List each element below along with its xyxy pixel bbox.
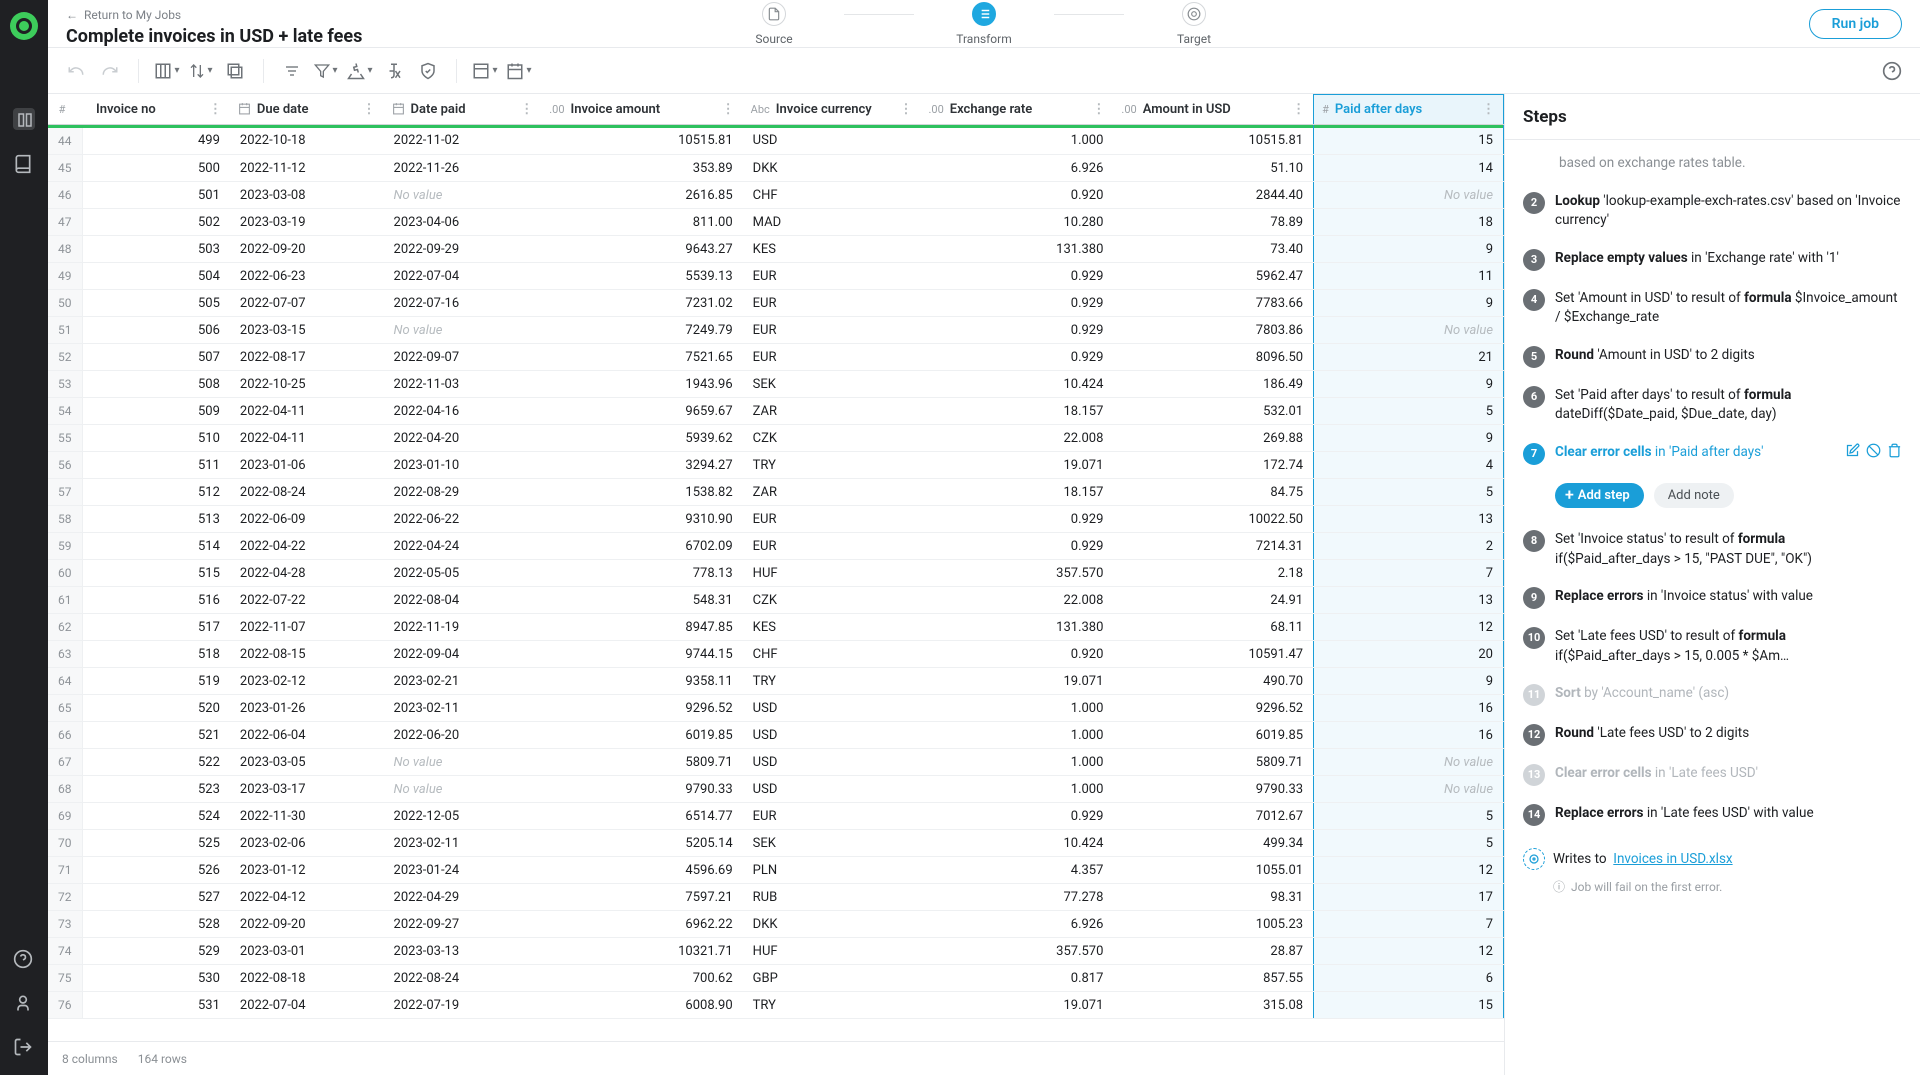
table-row[interactable]: 505052022-07-072022-07-167231.02EUR0.929… <box>48 290 1504 317</box>
row-count: 164 rows <box>138 1052 187 1066</box>
table-row[interactable]: 705252023-02-062023-02-115205.14SEK10.42… <box>48 830 1504 857</box>
columns-icon[interactable]: ▾ <box>153 57 181 85</box>
toolbar: ▾ ▾ ▾ ▾ ▾ ▾ <box>48 48 1920 94</box>
dedupe-icon[interactable] <box>221 57 249 85</box>
table-row[interactable]: 495042022-06-232022-07-045539.13EUR0.929… <box>48 263 1504 290</box>
table-row[interactable]: 665212022-06-042022-06-206019.85USD1.000… <box>48 722 1504 749</box>
table-row[interactable]: 755302022-08-182022-08-24700.62GBP0.8178… <box>48 965 1504 992</box>
column-header[interactable]: .00Amount in USD⋮ <box>1113 95 1313 125</box>
column-header[interactable]: Invoice no⋮ <box>82 95 230 125</box>
filter-icon[interactable]: ▾ <box>312 57 340 85</box>
app-logo[interactable] <box>10 12 38 40</box>
column-header[interactable]: .00Exchange rate⋮ <box>921 95 1114 125</box>
table-row[interactable]: 655202023-01-262023-02-119296.52USD1.000… <box>48 695 1504 722</box>
column-header[interactable]: AbcInvoice currency⋮ <box>743 95 921 125</box>
sort-icon[interactable]: ▾ <box>187 57 215 85</box>
column-count: 8 columns <box>62 1052 118 1066</box>
table-row[interactable]: 715262023-01-122023-01-244596.69PLN4.357… <box>48 857 1504 884</box>
delete-icon[interactable] <box>1887 443 1902 465</box>
statusbar: 8 columns 164 rows <box>48 1041 1504 1075</box>
table-row[interactable]: 545092022-04-112022-04-169659.67ZAR18.15… <box>48 398 1504 425</box>
step-item[interactable]: 8Set 'Invoice status' to result of formu… <box>1519 524 1906 575</box>
add-note-button[interactable]: Add note <box>1654 483 1734 508</box>
table-row[interactable]: 685232023-03-17No value9790.33USD1.00097… <box>48 776 1504 803</box>
arrow-left-icon: ← <box>66 8 78 22</box>
app-sidebar <box>0 0 48 1075</box>
table-row[interactable]: 645192023-02-122023-02-219358.11TRY19.07… <box>48 668 1504 695</box>
table-row[interactable]: 595142022-04-222022-04-246702.09EUR0.929… <box>48 533 1504 560</box>
step-item[interactable]: 11Sort by 'Account_name' (asc) <box>1519 678 1906 712</box>
column-header[interactable]: Due date⋮ <box>230 95 384 125</box>
table-row[interactable]: 485032022-09-202022-09-299643.27KES131.3… <box>48 236 1504 263</box>
step-item[interactable]: 7Clear error cells in 'Paid after days' <box>1519 437 1906 471</box>
date-icon[interactable]: ▾ <box>505 57 533 85</box>
step-source[interactable]: Source <box>704 2 844 46</box>
step-item[interactable]: 13Clear error cells in 'Late fees USD' <box>1519 758 1906 792</box>
column-header[interactable]: Date paid⋮ <box>384 95 542 125</box>
step-item[interactable]: 3Replace empty values in 'Exchange rate'… <box>1519 243 1906 277</box>
clean-icon[interactable]: ▾ <box>346 57 374 85</box>
table-row[interactable]: 455002022-11-122022-11-26353.89DKK6.9265… <box>48 155 1504 182</box>
step-item[interactable]: 4Set 'Amount in USD' to result of formul… <box>1519 283 1906 334</box>
data-grid[interactable]: #Invoice no⋮Due date⋮Date paid⋮.00Invoic… <box>48 94 1504 1041</box>
table-row[interactable]: 635182022-08-152022-09-049744.15CHF0.920… <box>48 641 1504 668</box>
run-job-button[interactable]: Run job <box>1809 9 1902 39</box>
column-header[interactable]: .00Invoice amount⋮ <box>541 95 742 125</box>
back-link[interactable]: ← Return to My Jobs <box>66 8 181 22</box>
add-step-button[interactable]: + Add step <box>1555 483 1644 508</box>
table-row[interactable]: 605152022-04-282022-05-05778.13HUF357.57… <box>48 560 1504 587</box>
step-item[interactable]: 2Lookup 'lookup-example-exch-rates.csv' … <box>1519 186 1906 237</box>
table-row[interactable]: 765312022-07-042022-07-196008.90TRY19.07… <box>48 992 1504 1019</box>
steps-panel: Steps based on exchange rates table.2Loo… <box>1504 94 1920 1075</box>
step-target[interactable]: Target <box>1124 2 1264 46</box>
back-link-label: Return to My Jobs <box>84 8 181 22</box>
table-row[interactable]: 465012023-03-08No value2616.85CHF0.92028… <box>48 182 1504 209</box>
table-row[interactable]: 745292023-03-012023-03-1310321.71HUF357.… <box>48 938 1504 965</box>
context-help-icon[interactable] <box>1878 57 1906 85</box>
library-icon[interactable] <box>13 108 35 130</box>
step-item[interactable]: 12Round 'Late fees USD' to 2 digits <box>1519 718 1906 752</box>
writes-to-row[interactable]: Writes to Invoices in USD.xlsx <box>1519 838 1906 872</box>
formula-icon[interactable] <box>380 57 408 85</box>
table-row[interactable]: 615162022-07-222022-08-04548.31CZK22.008… <box>48 587 1504 614</box>
topbar: ← Return to My Jobs Complete invoices in… <box>48 0 1920 48</box>
table-row[interactable]: 675222023-03-05No value5809.71USD1.00058… <box>48 749 1504 776</box>
step-item[interactable]: 6Set 'Paid after days' to result of form… <box>1519 380 1906 431</box>
step-item[interactable]: 9Replace errors in 'Invoice status' with… <box>1519 581 1906 615</box>
step-item[interactable]: 5Round 'Amount in USD' to 2 digits <box>1519 340 1906 374</box>
column-header[interactable]: #Paid after days⋮ <box>1314 95 1504 125</box>
table-row[interactable]: 525072022-08-172022-09-077521.65EUR0.929… <box>48 344 1504 371</box>
undo-icon[interactable] <box>62 57 90 85</box>
user-icon[interactable] <box>13 993 35 1015</box>
type-icon[interactable]: ▾ <box>471 57 499 85</box>
docs-icon[interactable] <box>13 154 35 176</box>
column-header[interactable]: # <box>48 95 82 125</box>
edit-icon[interactable] <box>1845 443 1860 465</box>
table-row[interactable]: 565112023-01-062023-01-103294.27TRY19.07… <box>48 452 1504 479</box>
logout-icon[interactable] <box>13 1037 35 1059</box>
table-row[interactable]: 735282022-09-202022-09-276962.22DKK6.926… <box>48 911 1504 938</box>
table-row[interactable]: 535082022-10-252022-11-031943.96SEK10.42… <box>48 371 1504 398</box>
help-icon[interactable] <box>13 949 35 971</box>
filter-rows-icon[interactable] <box>278 57 306 85</box>
table-row[interactable]: 695242022-11-302022-12-056514.77EUR0.929… <box>48 803 1504 830</box>
table-row[interactable]: 625172022-11-072022-11-198947.85KES131.3… <box>48 614 1504 641</box>
table-row[interactable]: 444992022-10-182022-11-0210515.81USD1.00… <box>48 128 1504 155</box>
job-title: Complete invoices in USD + late fees <box>66 26 362 47</box>
progress-stepper: Source Transform Target <box>704 2 1264 46</box>
table-row[interactable]: 475022023-03-192023-04-06811.00MAD10.280… <box>48 209 1504 236</box>
table-row[interactable]: 575122022-08-242022-08-291538.82ZAR18.15… <box>48 479 1504 506</box>
table-row[interactable]: 585132022-06-092022-06-229310.90EUR0.929… <box>48 506 1504 533</box>
steps-header: Steps <box>1505 94 1920 140</box>
validate-icon[interactable] <box>414 57 442 85</box>
disable-icon[interactable] <box>1866 443 1881 465</box>
step-transform[interactable]: Transform <box>914 2 1054 46</box>
table-row[interactable]: 515062023-03-15No value7249.79EUR0.92978… <box>48 317 1504 344</box>
table-row[interactable]: 555102022-04-112022-04-205939.62CZK22.00… <box>48 425 1504 452</box>
table-row[interactable]: 725272022-04-122022-04-297597.21RUB77.27… <box>48 884 1504 911</box>
step-item[interactable]: 14Replace errors in 'Late fees USD' with… <box>1519 798 1906 832</box>
output-file-link[interactable]: Invoices in USD.xlsx <box>1613 851 1732 867</box>
redo-icon[interactable] <box>96 57 124 85</box>
step-item[interactable]: 10Set 'Late fees USD' to result of formu… <box>1519 621 1906 672</box>
